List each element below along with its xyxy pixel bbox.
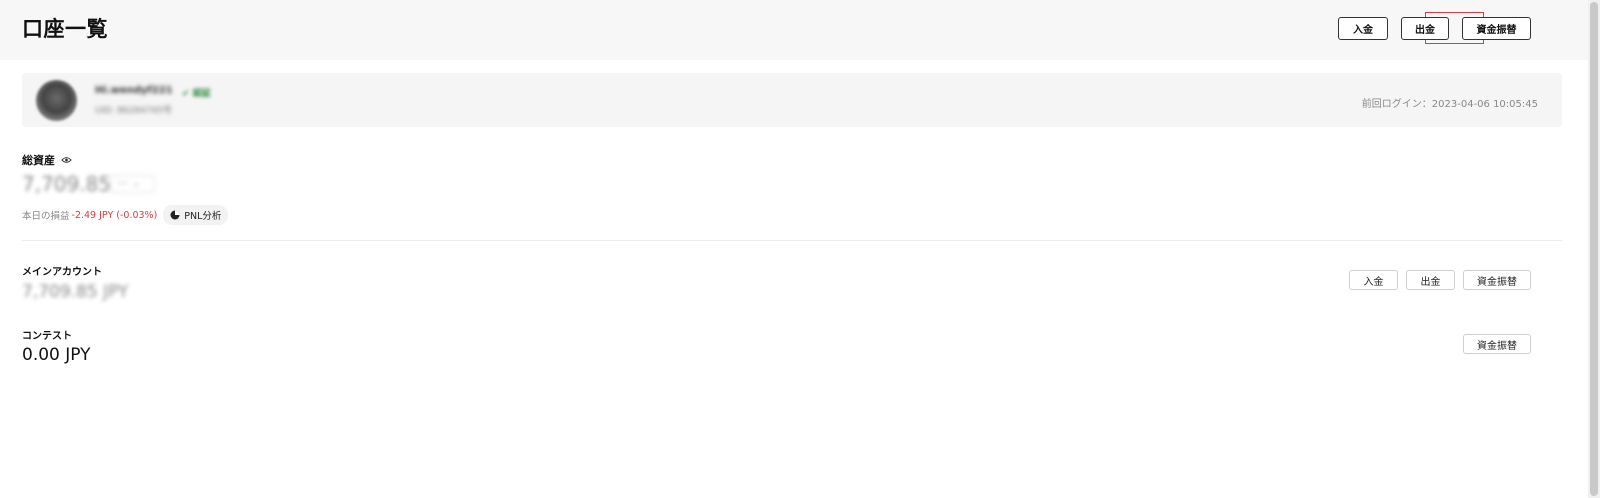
- verified-badge: ✔ 認証: [182, 89, 211, 99]
- username: Hi.wendyf221: [95, 85, 173, 96]
- total-assets-title: 総資産: [22, 154, 55, 167]
- withdraw-button[interactable]: 出金: [1401, 17, 1449, 40]
- pnl-analysis-button[interactable]: PNL分析: [163, 205, 229, 225]
- avatar[interactable]: [36, 80, 77, 121]
- page-header: 口座一覧 入金 出金 資金振替: [0, 0, 1588, 60]
- deposit-button[interactable]: 入金: [1338, 17, 1388, 40]
- currency-select[interactable]: — ⌄: [110, 175, 155, 193]
- contest-transfer-button[interactable]: 資金振替: [1463, 334, 1531, 354]
- pnl-analysis-label: PNL分析: [184, 211, 222, 222]
- main-account-balance: 7,709.85 JPY: [22, 282, 129, 302]
- page-title: 口座一覧: [22, 17, 108, 41]
- pnl-label: 本日の損益: [22, 211, 70, 222]
- profile-card: Hi.wendyf221 ✔ 認証 UID: 86284745号 前回ログイン：…: [22, 73, 1562, 127]
- pnl-value: -2.49 JPY (-0.03%): [71, 209, 158, 221]
- main-transfer-button[interactable]: 資金振替: [1463, 270, 1531, 290]
- contest-account-balance: 0.00 JPY: [22, 345, 91, 365]
- transfer-button[interactable]: 資金振替: [1462, 17, 1531, 40]
- last-login: 前回ログイン：2023-04-06 10:05:45: [1361, 99, 1538, 110]
- total-assets-value: 7,709.85: [22, 172, 112, 196]
- main-deposit-button[interactable]: 入金: [1349, 270, 1398, 290]
- pie-chart-icon: [170, 210, 180, 220]
- main-account-label: メインアカウント: [22, 267, 102, 278]
- scrollbar[interactable]: [1588, 0, 1600, 498]
- total-assets-label: 総資産: [22, 152, 72, 168]
- pnl-line: 本日の損益 -2.49 JPY (-0.03%) PNL分析: [22, 205, 229, 225]
- eye-icon[interactable]: [61, 156, 72, 164]
- main-withdraw-button[interactable]: 出金: [1406, 270, 1455, 290]
- verified-label: 認証: [192, 89, 211, 99]
- scrollbar-thumb[interactable]: [1590, 2, 1598, 496]
- divider: [22, 240, 1562, 241]
- contest-account-label: コンテスト: [22, 331, 72, 342]
- user-uid: UID: 86284745号: [95, 106, 172, 116]
